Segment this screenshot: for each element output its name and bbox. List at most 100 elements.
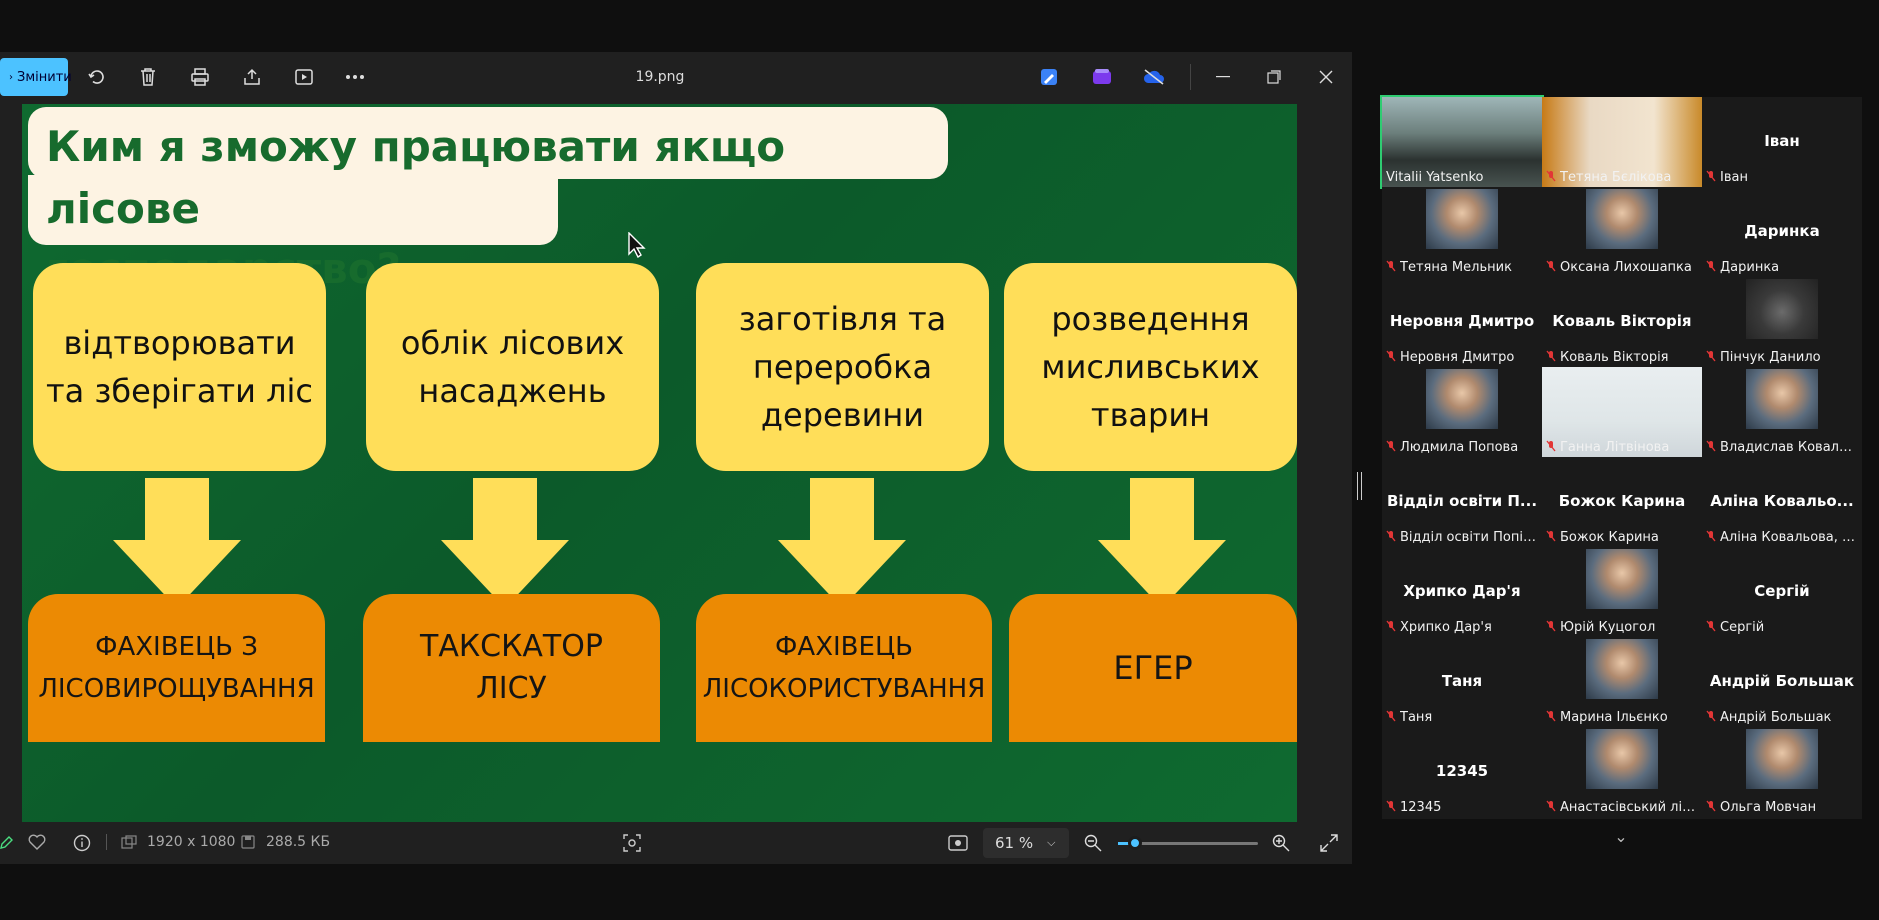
actual-size-icon[interactable] xyxy=(948,834,968,852)
participant-name: Відділ освіти Попівсь... xyxy=(1400,530,1538,545)
participant-display-name: Хрипко Дар'я xyxy=(1403,582,1521,600)
muted-mic-icon xyxy=(1706,170,1716,185)
participant-name-caption: Ганна Літвінова xyxy=(1546,440,1698,455)
participant-display-name: Іван xyxy=(1764,132,1800,150)
participant-name-caption: Владислав Коваленко xyxy=(1706,440,1858,455)
participant-tile[interactable]: Коваль Вікторія Коваль Вікторія xyxy=(1542,277,1702,367)
participant-tile[interactable]: Юрій Куцогол xyxy=(1542,547,1702,637)
participant-tile[interactable]: Божок Карина Божок Карина xyxy=(1542,457,1702,547)
participant-photo xyxy=(1586,549,1658,609)
participant-tile[interactable]: Відділ освіти П... Відділ освіти Попівсь.… xyxy=(1382,457,1542,547)
info-icon[interactable] xyxy=(73,834,91,852)
participant-name: Тетяна Мельник xyxy=(1400,260,1512,275)
participant-name: Сергій xyxy=(1720,620,1765,635)
participant-name: Аліна Ковальова, ВО... xyxy=(1720,530,1858,545)
favorite-icon[interactable] xyxy=(28,834,46,850)
close-icon[interactable] xyxy=(1314,65,1338,89)
participant-name-caption: Vitalii Yatsenko xyxy=(1386,170,1538,185)
activity-box: відтворювати та зберігати ліс xyxy=(33,263,326,471)
participant-photo xyxy=(1746,729,1818,789)
muted-mic-icon xyxy=(1546,350,1556,365)
scroll-down-icon[interactable]: ⌄ xyxy=(1583,827,1659,847)
file-size: 288.5 КБ xyxy=(266,834,331,850)
participant-tile[interactable]: Ольга Мовчан xyxy=(1702,727,1862,817)
restore-icon[interactable] xyxy=(1262,65,1286,89)
participant-name: Анастасівський ліцей... xyxy=(1560,800,1698,815)
slide-title: Ким я зможу працювати якщо виберу лісове… xyxy=(28,107,948,293)
participant-tile[interactable]: 12345 12345 xyxy=(1382,727,1542,817)
muted-mic-icon xyxy=(1386,620,1396,635)
participant-name: Марина Ільєнко xyxy=(1560,710,1668,725)
edit-pen-icon[interactable] xyxy=(0,836,13,850)
edit-icon: › xyxy=(9,71,13,83)
participant-tile[interactable]: Оксана Лихошапка xyxy=(1542,187,1702,277)
rotate-icon[interactable] xyxy=(85,65,109,89)
participant-tile[interactable]: Таня Таня xyxy=(1382,637,1542,727)
participant-name: Тетяна Бєлікова xyxy=(1560,170,1672,185)
participant-tile[interactable]: Даринка Даринка xyxy=(1702,187,1862,277)
participant-tile[interactable]: Пінчук Данило xyxy=(1702,277,1862,367)
participant-name: Ганна Літвінова xyxy=(1560,440,1670,455)
muted-mic-icon xyxy=(1546,260,1556,275)
participant-tile[interactable]: Анастасівський ліцей... xyxy=(1542,727,1702,817)
participant-tile[interactable]: Тетяна Мельник xyxy=(1382,187,1542,277)
zoom-slider-thumb[interactable] xyxy=(1128,836,1142,850)
more-options-icon[interactable] xyxy=(343,65,367,89)
slideshow-icon[interactable] xyxy=(292,65,316,89)
muted-mic-icon xyxy=(1706,710,1716,725)
participant-display-name: Божок Карина xyxy=(1558,492,1686,510)
fullscreen-icon[interactable] xyxy=(1320,834,1338,852)
muted-mic-icon xyxy=(1546,710,1556,725)
muted-mic-icon xyxy=(1706,800,1716,815)
participant-tile[interactable]: Хрипко Дар'я Хрипко Дар'я xyxy=(1382,547,1542,637)
participant-name-caption: Тетяна Мельник xyxy=(1386,260,1538,275)
participant-tile[interactable]: Андрій Большак Андрій Большак xyxy=(1702,637,1862,727)
status-divider xyxy=(106,834,107,850)
participant-tile[interactable]: Неровня Дмитро Неровня Дмитро xyxy=(1382,277,1542,367)
print-icon[interactable] xyxy=(188,65,212,89)
participant-tile[interactable]: Марина Ільєнко xyxy=(1542,637,1702,727)
muted-mic-icon xyxy=(1706,620,1716,635)
image-viewer-window: › Змінити 19.png Ким я зможу працювати як… xyxy=(0,52,1352,864)
participant-name-caption: Аліна Ковальова, ВО... xyxy=(1706,530,1858,545)
edit-label: Змінити xyxy=(17,69,72,85)
muted-mic-icon xyxy=(1386,710,1396,725)
zoom-in-icon[interactable] xyxy=(1272,834,1290,852)
zoom-level-dropdown[interactable]: 61 % ⌵ xyxy=(983,828,1069,858)
profession-box: ЕГЕР xyxy=(1009,594,1297,742)
participant-name: Таня xyxy=(1400,710,1433,725)
participant-name-caption: Хрипко Дар'я xyxy=(1386,620,1538,635)
participant-name: Vitalii Yatsenko xyxy=(1386,170,1484,185)
share-icon[interactable] xyxy=(240,65,264,89)
zoom-slider[interactable] xyxy=(1118,836,1258,850)
participant-name: Пінчук Данило xyxy=(1720,350,1821,365)
zoom-out-icon[interactable] xyxy=(1084,834,1102,852)
participant-tile[interactable]: Аліна Ковальо... Аліна Ковальова, ВО... xyxy=(1702,457,1862,547)
muted-mic-icon xyxy=(1706,440,1716,455)
panel-splitter[interactable] xyxy=(1357,472,1362,500)
participant-tile[interactable]: Тетяна Бєлікова xyxy=(1542,97,1702,187)
participant-tile[interactable]: Ганна Літвінова xyxy=(1542,367,1702,457)
participant-photo xyxy=(1746,279,1818,339)
participant-tile[interactable]: Сергій Сергій xyxy=(1702,547,1862,637)
minimize-icon[interactable] xyxy=(1211,65,1235,89)
clipchamp-icon[interactable] xyxy=(1090,65,1114,89)
participant-name: Іван xyxy=(1720,170,1748,185)
delete-icon[interactable] xyxy=(136,65,160,89)
participant-tile[interactable]: Іван Іван xyxy=(1702,97,1862,187)
participant-tile[interactable]: Людмила Попова xyxy=(1382,367,1542,457)
designer-icon[interactable] xyxy=(1037,65,1061,89)
status-bar: 1920 x 1080 288.5 КБ 61 % ⌵ xyxy=(0,822,1352,864)
participant-tile[interactable]: Vitalii Yatsenko xyxy=(1380,95,1544,189)
slide-image: Ким я зможу працювати якщо виберу лісове… xyxy=(22,104,1297,822)
participant-name: Неровня Дмитро xyxy=(1400,350,1515,365)
profession-box: ФАХІВЕЦЬ З ЛІСОВИРОЩУВАННЯ xyxy=(28,594,325,742)
muted-mic-icon xyxy=(1546,440,1556,455)
edit-button[interactable]: › Змінити xyxy=(0,58,72,96)
participant-display-name: Таня xyxy=(1441,672,1483,690)
scan-icon[interactable] xyxy=(622,833,642,853)
participant-tile[interactable]: Владислав Коваленко xyxy=(1702,367,1862,457)
cloud-off-icon[interactable] xyxy=(1142,65,1166,89)
participant-display-name: 12345 xyxy=(1435,762,1489,780)
participant-name-caption: Анастасівський ліцей... xyxy=(1546,800,1698,815)
